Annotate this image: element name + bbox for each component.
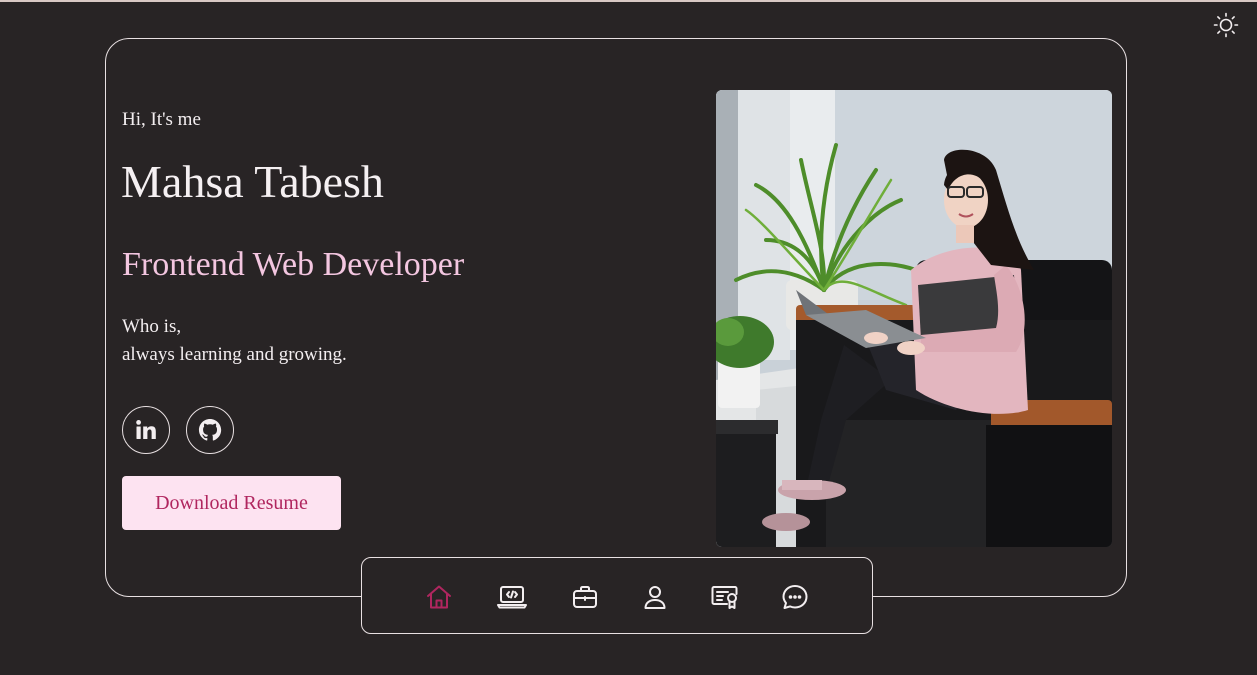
nav-home[interactable] (422, 580, 456, 614)
tagline-line-2: always learning and growing. (122, 344, 347, 365)
linkedin-icon (136, 420, 156, 439)
github-button[interactable] (186, 406, 234, 454)
nav-certificates[interactable] (708, 580, 742, 614)
nav-about[interactable] (638, 580, 672, 614)
hero-name: Mahsa Tabesh (121, 156, 384, 207)
profile-photo (716, 90, 1112, 547)
user-icon (644, 586, 666, 609)
chat-icon (782, 585, 808, 609)
nav-projects[interactable] (495, 580, 529, 614)
home-icon (427, 585, 451, 609)
hero-role: Frontend Web Developer (122, 246, 465, 283)
briefcase-icon (573, 586, 597, 608)
tagline-line-1: Who is, (122, 316, 182, 337)
bottom-nav (361, 557, 873, 634)
theme-toggle-button[interactable] (1211, 10, 1241, 40)
linkedin-button[interactable] (122, 406, 170, 454)
nav-contact[interactable] (778, 580, 812, 614)
laptop-code-icon (497, 586, 527, 609)
nav-experience[interactable] (568, 580, 602, 614)
hero-greeting: Hi, It's me (122, 109, 201, 130)
github-icon (198, 418, 222, 441)
download-resume-button[interactable]: Download Resume (122, 476, 341, 530)
top-border (0, 0, 1257, 2)
sun-icon (1213, 12, 1239, 38)
hero-tagline: Who is, always learning and growing. (122, 313, 347, 369)
certificate-icon (711, 586, 738, 609)
social-links (122, 406, 234, 454)
